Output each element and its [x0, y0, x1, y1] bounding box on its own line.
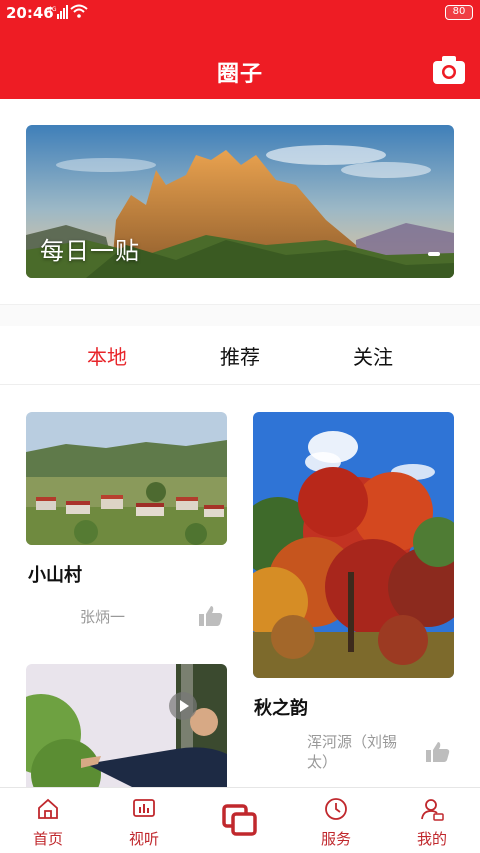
- nav-profile[interactable]: 我的: [384, 788, 480, 853]
- media-icon: [133, 799, 155, 817]
- wifi-icon: [70, 4, 88, 18]
- home-icon: [38, 798, 58, 819]
- app-header: 20:46 4G 80 圈子: [0, 0, 480, 99]
- village-photo: [26, 412, 227, 545]
- post-title[interactable]: 小山村: [28, 561, 82, 587]
- signal-icon: 4G: [48, 5, 68, 19]
- bottom-navigation: 首页 视听 服务 我的: [0, 787, 480, 853]
- carousel-indicator: [428, 252, 440, 256]
- profile-icon: [421, 799, 444, 821]
- section-divider: [0, 304, 480, 326]
- circle-posts-icon: [222, 804, 257, 836]
- nav-label: 我的: [416, 830, 447, 848]
- tab-local[interactable]: 本地: [47, 341, 167, 370]
- play-icon[interactable]: [169, 692, 197, 720]
- nav-label: 服务: [320, 830, 351, 848]
- nav-label: 视听: [128, 830, 159, 848]
- daily-post-banner[interactable]: 每日一贴: [26, 125, 454, 278]
- nav-label: 首页: [32, 830, 63, 848]
- camera-icon[interactable]: [432, 55, 466, 85]
- nav-home[interactable]: 首页: [0, 788, 96, 853]
- nav-media[interactable]: 视听: [96, 788, 192, 853]
- network-type: 4G: [48, 6, 57, 13]
- thumbs-up-icon[interactable]: [426, 741, 450, 763]
- video-thumbnail: [26, 664, 227, 787]
- post-author: 张炳一: [80, 608, 126, 626]
- post-image-autumn[interactable]: [253, 412, 454, 678]
- post-image-video[interactable]: [26, 664, 227, 787]
- feed-tabs: 本地 推荐 关注: [0, 325, 480, 385]
- nav-service[interactable]: 服务: [288, 788, 384, 853]
- thumbs-up-icon[interactable]: [199, 605, 223, 627]
- nav-circle[interactable]: [192, 788, 288, 853]
- autumn-tree-photo: [253, 412, 454, 678]
- post-title[interactable]: 秋之韵: [254, 694, 308, 720]
- tab-following[interactable]: 关注: [313, 341, 433, 370]
- status-time: 20:46: [6, 4, 54, 22]
- clock-icon: [325, 798, 347, 820]
- banner-caption: 每日一贴: [40, 237, 140, 265]
- tab-recommended[interactable]: 推荐: [180, 341, 300, 370]
- post-author: 浑河源（刘锡太）: [307, 733, 398, 771]
- post-image-village[interactable]: [26, 412, 227, 545]
- battery-indicator: 80: [445, 5, 473, 20]
- status-bar: 20:46 4G 80: [0, 0, 480, 26]
- page-title: 圈子: [216, 62, 263, 87]
- main-content: 每日一贴 本地 推荐 关注 小山村 张炳一 秋之韵 浑河源（刘锡太）: [0, 99, 480, 787]
